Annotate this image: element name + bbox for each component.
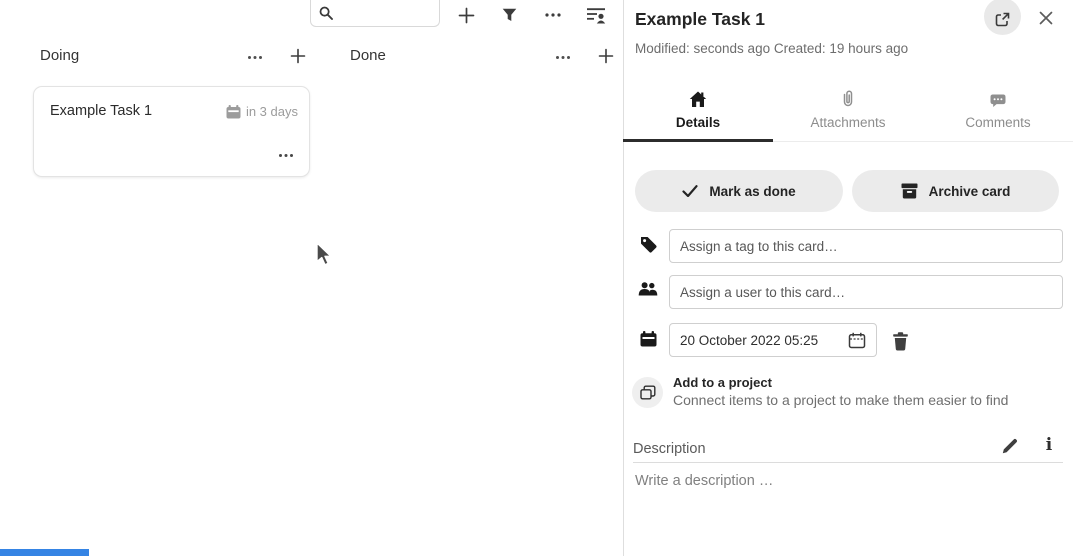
ellipsis-icon [247,55,263,60]
description-placeholder[interactable]: Write a description … [635,473,773,489]
due-date-field[interactable]: 20 October 2022 05:25 [669,323,877,357]
tab-details[interactable]: Details [623,84,773,141]
panel-meta: Modified: seconds ago Created: 19 hours … [635,41,908,56]
description-label: Description [633,441,706,457]
due-date-value: 20 October 2022 05:25 [680,333,846,348]
ellipsis-icon [544,12,562,18]
window-edge-accent [0,549,89,556]
search-input[interactable] [339,6,439,21]
assign-user-input[interactable] [669,275,1063,309]
popout-button[interactable] [984,0,1021,35]
filter-button[interactable] [496,2,522,28]
tab-comments[interactable]: Comments [923,84,1073,141]
tab-attachments[interactable]: Attachments [773,84,923,141]
calendar-outline-icon [848,332,866,349]
panel-title: Example Task 1 [635,9,765,30]
due-date-icon [640,331,657,347]
assign-tag-input[interactable] [669,229,1063,263]
plus-icon [290,48,306,64]
add-to-project-button[interactable] [632,377,663,408]
column-done-add-button[interactable] [593,43,619,69]
column-done-menu-button[interactable] [550,44,576,70]
remove-date-button[interactable] [888,329,912,353]
external-link-icon [994,11,1011,28]
archive-card-label: Archive card [929,184,1011,199]
panel-tabs: Details Attachments Comments [623,84,1073,142]
duplicate-icon [640,385,656,400]
add-to-project-title: Add to a project [673,375,772,390]
archive-card-button[interactable]: Archive card [852,170,1059,212]
column-title-doing: Doing [40,47,79,64]
tab-attachments-label: Attachments [810,115,885,130]
task-card[interactable]: Example Task 1 in 3 days [33,86,310,177]
column-title-done: Done [350,47,386,64]
plus-icon [598,48,614,64]
tag-icon [640,236,657,253]
sort-person-icon [586,7,606,24]
column-doing-add-button[interactable] [285,43,311,69]
description-divider [633,462,1063,463]
card-due-date: in 3 days [226,104,298,119]
board-menu-button[interactable] [540,2,566,28]
trash-icon [892,332,909,351]
card-menu-button[interactable] [273,142,299,168]
calendar-icon [226,105,241,119]
search-icon [319,6,333,20]
paperclip-icon [842,90,854,108]
info-icon: i [1046,437,1052,454]
edit-description-button[interactable] [999,435,1021,457]
close-panel-button[interactable] [1035,7,1057,29]
plus-icon [458,7,475,24]
close-icon [1039,11,1053,25]
tab-comments-label: Comments [965,115,1030,130]
description-info-button[interactable]: i [1038,434,1060,456]
tab-details-label: Details [676,115,720,130]
column-doing-menu-button[interactable] [242,44,268,70]
archive-icon [901,183,918,199]
card-title: Example Task 1 [50,103,152,119]
date-picker-button[interactable] [846,329,868,351]
comment-icon [990,94,1006,108]
home-icon [689,91,707,108]
check-icon [682,185,698,197]
search-input-container[interactable] [310,0,440,27]
mark-as-done-label: Mark as done [709,184,795,199]
add-to-project-subtitle: Connect items to a project to make them … [673,392,1008,408]
ellipsis-icon [555,55,571,60]
card-due-label: in 3 days [246,104,298,119]
mark-as-done-button[interactable]: Mark as done [635,170,843,212]
app-window: Doing Done Example Task 1 in 3 da [0,0,1073,556]
sort-assignee-button[interactable] [583,2,609,28]
mouse-cursor [316,242,334,267]
ellipsis-icon [278,153,294,158]
funnel-icon [502,8,517,22]
pencil-icon [1002,438,1018,454]
users-icon [638,282,658,296]
add-card-button[interactable] [453,2,479,28]
